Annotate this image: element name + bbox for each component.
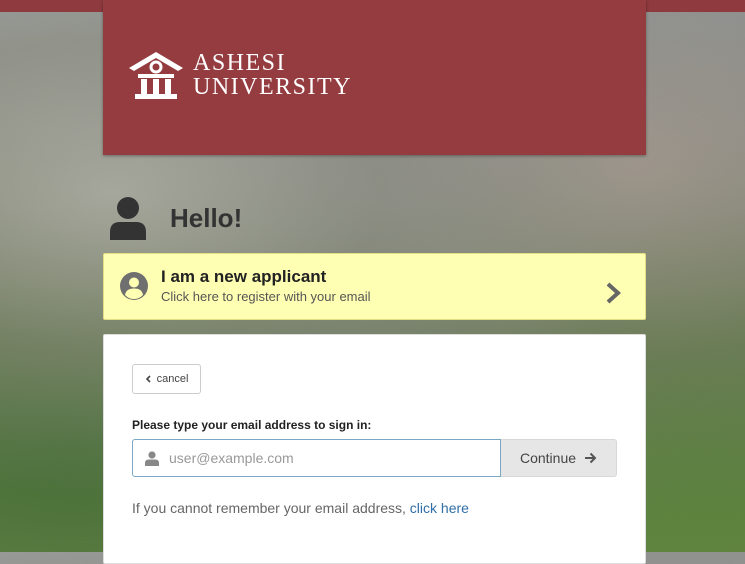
- arrow-right-icon: [585, 452, 597, 464]
- page-title: Hello!: [170, 202, 243, 233]
- chevron-right-icon: [606, 282, 621, 304]
- new-applicant-subtitle: Click here to register with your email: [161, 289, 371, 304]
- email-input[interactable]: [169, 440, 489, 476]
- email-prompt-label: Please type your email address to sign i…: [132, 418, 372, 432]
- ashesi-logo[interactable]: ASHESI UNIVERSITY: [127, 50, 352, 100]
- continue-button[interactable]: Continue: [501, 439, 617, 477]
- email-input-group: Continue: [132, 439, 617, 477]
- forgot-email-text: If you cannot remember your email addres…: [132, 500, 469, 516]
- person-icon: [145, 451, 159, 466]
- user-circle-icon: [120, 272, 148, 300]
- forgot-email-link[interactable]: click here: [410, 500, 469, 516]
- brand-name-line2: UNIVERSITY: [193, 74, 352, 100]
- cancel-label: cancel: [156, 373, 189, 385]
- new-applicant-title: I am a new applicant: [161, 267, 327, 286]
- continue-label: Continue: [519, 450, 577, 466]
- header-banner: ASHESI UNIVERSITY: [103, 0, 646, 155]
- cancel-button[interactable]: cancel: [132, 364, 201, 394]
- email-field-wrapper: [132, 439, 501, 477]
- greeting-section: Hello!: [108, 196, 242, 240]
- signin-panel: cancel Please type your email address to…: [103, 334, 646, 564]
- chevron-left-icon: [145, 375, 151, 383]
- new-applicant-button[interactable]: I am a new applicant Click here to regis…: [103, 253, 646, 320]
- ashesi-building-icon: [129, 52, 183, 99]
- user-icon: [110, 197, 146, 240]
- forgot-email-message: If you cannot remember your email addres…: [132, 500, 406, 516]
- brand-name-line1: ASHESI: [193, 50, 287, 76]
